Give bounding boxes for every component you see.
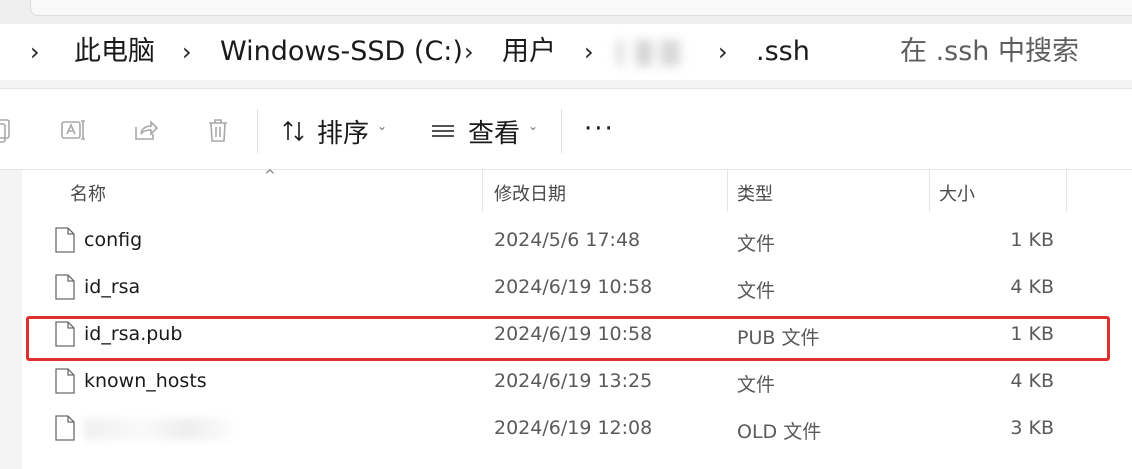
file-date: 2024/6/19 13:25 [494,370,653,392]
breadcrumb-users[interactable]: 用户 [502,34,556,70]
file-row[interactable]: config 2024/5/6 17:48 文件 1 KB [22,218,1132,265]
file-row[interactable]: known_hosts 2024/6/19 13:25 文件 4 KB [22,359,1132,406]
toolbar-divider [561,109,562,153]
chevron-down-icon: ⌄ [528,119,539,133]
rename-icon[interactable] [58,115,88,145]
column-header-size[interactable]: 大小 [939,180,975,206]
file-size: 1 KB [1010,229,1054,251]
column-header-name[interactable]: 名称 [70,180,106,206]
breadcrumb-ssh[interactable]: .ssh [756,34,810,70]
window-tab-edge [30,0,1132,16]
file-row[interactable]: id_rsa 2024/6/19 10:58 文件 4 KB [22,265,1132,312]
column-divider[interactable] [727,170,728,212]
copy-icon[interactable] [0,115,16,145]
file-icon [55,368,75,394]
toolbar-divider [257,109,258,153]
file-explorer-window: › 此电脑 › Windows-SSD (C:) › 用户 › › .ssh 在… [0,0,1132,469]
file-icon [55,274,75,300]
chrome-band [0,80,1132,88]
file-size: 1 KB [1010,323,1054,345]
sort-icon [281,118,307,144]
more-options-button[interactable]: ··· [584,116,615,142]
file-size: 4 KB [1010,276,1054,298]
column-header-date[interactable]: 修改日期 [494,180,566,206]
file-row-selected[interactable]: id_rsa.pub 2024/6/19 10:58 PUB 文件 1 KB [22,312,1132,359]
view-label: 查看 [468,118,521,149]
sort-label: 排序 [317,118,370,149]
navigation-pane-edge [0,170,22,469]
column-header-row: 名称 修改日期 类型 大小 [22,170,1132,212]
command-bar: 排序 ⌄ 查看 ⌄ [0,88,1132,170]
file-size: 3 KB [1010,417,1054,439]
file-type: 文件 [737,280,776,302]
file-date: 2024/6/19 10:58 [494,276,653,298]
file-name: config [84,229,143,251]
file-date: 2024/5/6 17:48 [494,229,641,251]
breadcrumb-drive[interactable]: Windows-SSD (C:) [220,34,463,70]
view-button[interactable]: 查看 ⌄ [430,109,538,153]
file-icon [55,321,75,347]
chevron-right-icon[interactable]: › [718,34,728,70]
search-placeholder: 在 .ssh 中搜索 [900,36,1079,67]
breadcrumb-user-folder-redacted[interactable] [616,40,696,66]
file-type: 文件 [737,374,776,396]
file-date: 2024/6/19 10:58 [494,323,653,345]
file-icon [55,227,75,253]
file-type: OLD 文件 [737,421,822,443]
file-name: id_rsa.pub [84,323,183,345]
sort-ascending-icon: ^ [264,168,276,184]
breadcrumb-this-pc[interactable]: 此电脑 [74,34,155,70]
file-type: PUB 文件 [737,327,820,349]
file-icon [55,415,75,441]
column-divider[interactable] [1066,170,1067,212]
view-icon [430,118,456,144]
search-input[interactable]: 在 .ssh 中搜索 [876,24,1132,80]
chevron-right-icon[interactable]: › [464,34,474,70]
file-size: 4 KB [1010,370,1054,392]
column-divider[interactable] [929,170,930,212]
share-icon[interactable] [131,115,161,145]
column-header-type[interactable]: 类型 [737,180,773,206]
delete-icon[interactable] [203,115,233,145]
chevron-right-icon[interactable]: › [584,34,594,70]
file-type: 文件 [737,233,776,255]
sort-button[interactable]: 排序 ⌄ [281,109,387,153]
file-date: 2024/6/19 12:08 [494,417,653,439]
address-bar[interactable]: › 此电脑 › Windows-SSD (C:) › 用户 › › .ssh [0,24,864,80]
column-divider[interactable] [482,170,483,212]
file-row[interactable]: 2024/6/19 12:08 OLD 文件 3 KB [22,406,1132,453]
file-name: id_rsa [84,276,141,298]
file-name: known_hosts [84,370,207,392]
chevron-right-icon[interactable]: › [182,34,192,70]
chevron-right-icon[interactable]: › [30,34,40,70]
file-name-redacted [84,418,230,440]
chevron-down-icon: ⌄ [377,119,388,133]
